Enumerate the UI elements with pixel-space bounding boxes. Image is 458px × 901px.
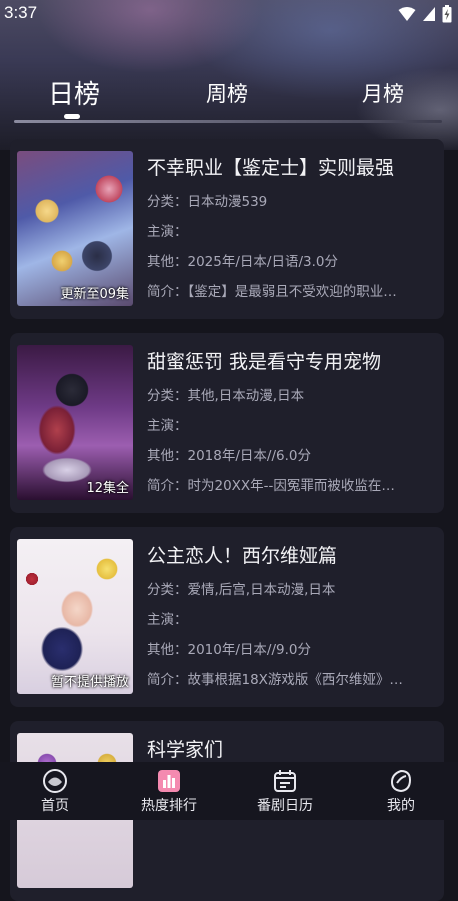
nav-calendar[interactable]: 番剧日历: [230, 768, 340, 815]
cover-badge: 更新至09集: [60, 287, 129, 302]
ranking-tabs: 日榜 周榜 月榜: [0, 70, 458, 120]
cover-image: 暂不提供播放: [17, 539, 133, 694]
item-category: 分类：日本动漫539: [147, 194, 268, 210]
item-other: 其他：2010年/日本//9.0分: [147, 642, 311, 658]
list-item[interactable]: 12集全 甜蜜惩罚 我是看守专用宠物 分类：其他,日本动漫,日本 主演： 其他：…: [10, 333, 444, 513]
status-bar: 3:37: [0, 0, 458, 28]
nav-home-label: 首页: [41, 798, 69, 814]
item-title: 公主恋人！西尔维娅篇: [147, 545, 338, 567]
status-time: 3:37: [4, 3, 38, 22]
bottom-nav: 首页 热度排行 番剧日历 我的: [0, 762, 458, 820]
item-title: 科学家们: [147, 739, 224, 761]
ranking-icon: [158, 770, 180, 792]
tab-indicator: [64, 114, 80, 119]
profile-icon: [390, 769, 412, 793]
tab-weekly[interactable]: 周榜: [206, 78, 248, 108]
wifi-icon: [398, 7, 416, 21]
item-other: 其他：2025年/日本/日语/3.0分: [147, 254, 338, 270]
item-intro: 简介：时为20XX年--因冤罪而被收监在…: [147, 478, 395, 494]
home-icon: [43, 769, 67, 793]
tab-monthly[interactable]: 月榜: [362, 78, 404, 108]
item-cast: 主演：: [147, 612, 188, 628]
item-cast: 主演：: [147, 224, 188, 240]
cover-badge: 暂不提供播放: [50, 675, 129, 690]
item-category: 分类：爱情,后宫,日本动漫,日本: [147, 582, 336, 598]
battery-icon: [442, 5, 452, 23]
cover-image: 更新至09集: [17, 151, 133, 306]
calendar-icon: [274, 770, 296, 792]
cover-badge: 12集全: [86, 481, 129, 496]
nav-calendar-label: 番剧日历: [257, 798, 313, 814]
item-other: 其他：2018年/日本//6.0分: [147, 448, 311, 464]
signal-icon: [423, 7, 435, 21]
list-item[interactable]: 暂不提供播放 公主恋人！西尔维娅篇 分类：爱情,后宫,日本动漫,日本 主演： 其…: [10, 527, 444, 707]
nav-profile[interactable]: 我的: [346, 768, 456, 815]
nav-home[interactable]: 首页: [0, 768, 110, 815]
item-intro: 简介：故事根据18X游戏版《西尔维娅》…: [147, 672, 403, 688]
list-item[interactable]: 更新至09集 不幸职业【鉴定士】实则最强 分类：日本动漫539 主演： 其他：2…: [10, 139, 444, 319]
status-icons: [398, 5, 452, 23]
cover-image: 12集全: [17, 345, 133, 500]
tab-daily[interactable]: 日榜: [48, 74, 100, 111]
item-title: 甜蜜惩罚 我是看守专用宠物: [147, 351, 382, 373]
nav-profile-label: 我的: [387, 798, 415, 814]
item-title: 不幸职业【鉴定士】实则最强: [147, 157, 395, 179]
nav-ranking-label: 热度排行: [141, 798, 197, 814]
tab-divider: [14, 120, 442, 123]
item-cast: 主演：: [147, 418, 188, 434]
item-intro: 简介：【鉴定】是最弱且不受欢迎的职业…: [147, 284, 397, 300]
nav-ranking[interactable]: 热度排行: [114, 768, 224, 815]
item-category: 分类：其他,日本动漫,日本: [147, 388, 305, 404]
